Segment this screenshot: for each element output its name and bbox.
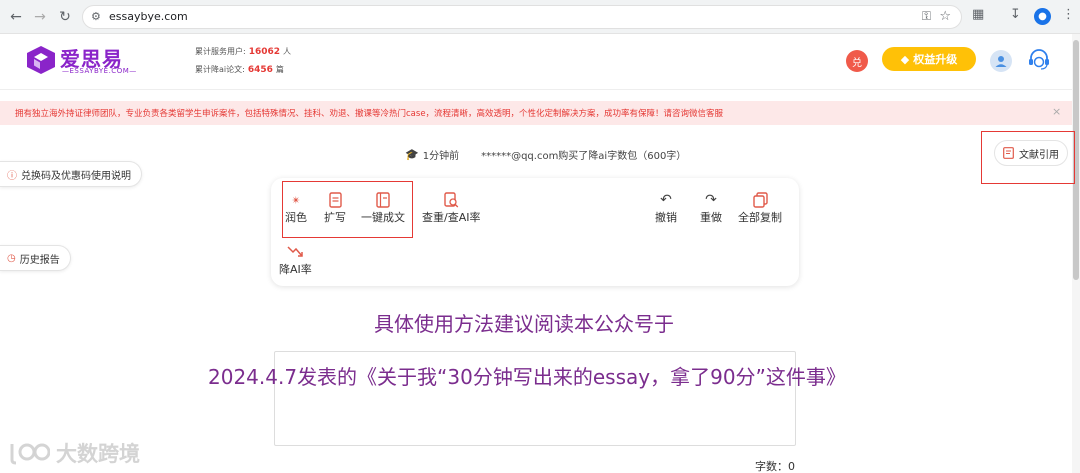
page-scrollbar[interactable]	[1072, 34, 1080, 473]
stat-users-label: 累计服务用户:	[195, 47, 246, 56]
undo-button[interactable]: ↶ 撤销	[655, 191, 677, 225]
instruction-line-2: 2024.4.7发表的《关于我“30分钟写出来的essay，拿了90分”这件事》	[208, 365, 846, 389]
clock-icon: ◷	[7, 252, 16, 264]
logo-cube-icon[interactable]	[25, 45, 57, 75]
redo-label: 重做	[700, 211, 722, 224]
password-key-icon[interactable]: ⚿	[922, 9, 931, 24]
redeem-badge[interactable]: 兑	[846, 50, 868, 72]
bookmark-star-icon[interactable]: ☆	[939, 9, 951, 24]
one-click-essay-button[interactable]: 一键成文	[361, 191, 405, 225]
purchase-message: ******@qq.com购买了降ai字数包（600字）	[481, 151, 687, 162]
watermark-text: 大数跨境	[56, 442, 140, 466]
redo-icon: ↷	[705, 192, 717, 208]
redo-button[interactable]: ↷ 重做	[700, 191, 722, 225]
back-arrow-icon[interactable]: ←	[6, 7, 26, 27]
copy-icon	[752, 192, 768, 208]
stat-users-value: 16062	[248, 47, 281, 57]
profile-icon[interactable]: ●	[1034, 8, 1051, 25]
search-document-icon	[444, 192, 459, 208]
document-icon	[328, 192, 342, 208]
book-icon	[376, 192, 390, 208]
word-count: 字数：0	[755, 460, 795, 473]
expand-label: 扩写	[324, 211, 346, 224]
download-icon[interactable]: ↧	[1010, 7, 1021, 22]
watermark: 大数跨境	[8, 438, 140, 468]
history-report-button[interactable]: ◷ 历史报告	[0, 245, 71, 271]
watermark-logo-icon	[10, 443, 50, 465]
notice-banner: 拥有独立海外持证律师团队，专业负责各类留学生申诉案件，包括特殊情况、挂科、劝退、…	[0, 101, 1072, 125]
instruction-line-1: 具体使用方法建议阅读本公众号于	[374, 312, 674, 336]
check-label: 查重/查AI率	[422, 211, 481, 224]
undo-icon: ↶	[660, 192, 672, 208]
reload-icon[interactable]: ↻	[55, 7, 75, 27]
close-icon[interactable]: ×	[1052, 105, 1061, 118]
forward-arrow-icon[interactable]: →	[30, 7, 50, 27]
help-circle-icon: ⓘ	[7, 170, 17, 182]
trend-down-icon	[287, 246, 304, 257]
history-report-label: 历史报告	[19, 254, 60, 266]
address-bar[interactable]: ⚙ essaybye.com ⚿ ☆	[82, 5, 962, 29]
stat-papers-unit: 篇	[275, 65, 284, 74]
copy-all-button[interactable]: 全部复制	[738, 191, 782, 225]
diamond-icon: ◆	[900, 52, 910, 66]
user-icon	[995, 56, 1007, 67]
purchase-ticker: 🎓 1分钟前 ******@qq.com购买了降ai字数包（600字）	[405, 147, 686, 162]
url-text[interactable]: essaybye.com	[109, 10, 188, 23]
upgrade-button[interactable]: ◆ 权益升级	[882, 47, 976, 71]
stat-users: 累计服务用户: 16062 人	[195, 46, 291, 57]
reference-button[interactable]: 文献引用	[994, 140, 1068, 166]
stat-users-unit: 人	[283, 47, 292, 56]
site-header: 爱思易 —ESSAYBYE.COM— 累计服务用户: 16062 人 累计降ai论文…	[0, 34, 1072, 90]
expand-button[interactable]: 扩写	[324, 191, 346, 225]
sparkle-icon: ✴	[291, 193, 301, 207]
menu-dots-icon[interactable]: ⋮	[1062, 7, 1075, 22]
browser-toolbar: ← → ↻ ⚙ essaybye.com ⚿ ☆ ▦ ↧ ● ⋮	[0, 0, 1080, 34]
copy-all-label: 全部复制	[738, 211, 782, 224]
redeem-help-label: 兑换码及优惠码使用说明	[21, 170, 131, 182]
upgrade-label: 权益升级	[913, 53, 958, 66]
graduate-icon: 🎓	[405, 148, 419, 161]
logo-subtitle: —ESSAYBYE.COM—	[62, 67, 137, 75]
document-quote-icon	[1003, 147, 1014, 159]
polish-button[interactable]: ✴ 润色	[285, 191, 307, 225]
site-settings-icon[interactable]: ⚙	[91, 10, 101, 23]
notice-text: 拥有独立海外持证律师团队，专业负责各类留学生申诉案件，包括特殊情况、挂科、劝退、…	[15, 109, 724, 119]
check-plagiarism-button[interactable]: 查重/查AI率	[422, 191, 480, 225]
redeem-help-button[interactable]: ⓘ 兑换码及优惠码使用说明	[0, 161, 142, 187]
reduce-ai-label: 降AI率	[279, 263, 312, 276]
stat-papers-value: 6456	[247, 65, 273, 75]
polish-label: 润色	[285, 211, 307, 224]
undo-label: 撤销	[655, 211, 677, 224]
purchase-time: 1分钟前	[422, 151, 460, 162]
extensions-icon[interactable]: ▦	[972, 7, 984, 22]
stat-papers-label: 累计降ai论文:	[195, 65, 245, 74]
one-click-label: 一键成文	[361, 211, 405, 224]
stat-papers: 累计降ai论文: 6456 篇	[195, 64, 284, 75]
avatar[interactable]	[990, 50, 1012, 72]
reference-label: 文献引用	[1019, 149, 1059, 161]
customer-service-icon[interactable]	[1026, 47, 1052, 73]
reduce-ai-button[interactable]: 降AI率	[279, 243, 312, 277]
